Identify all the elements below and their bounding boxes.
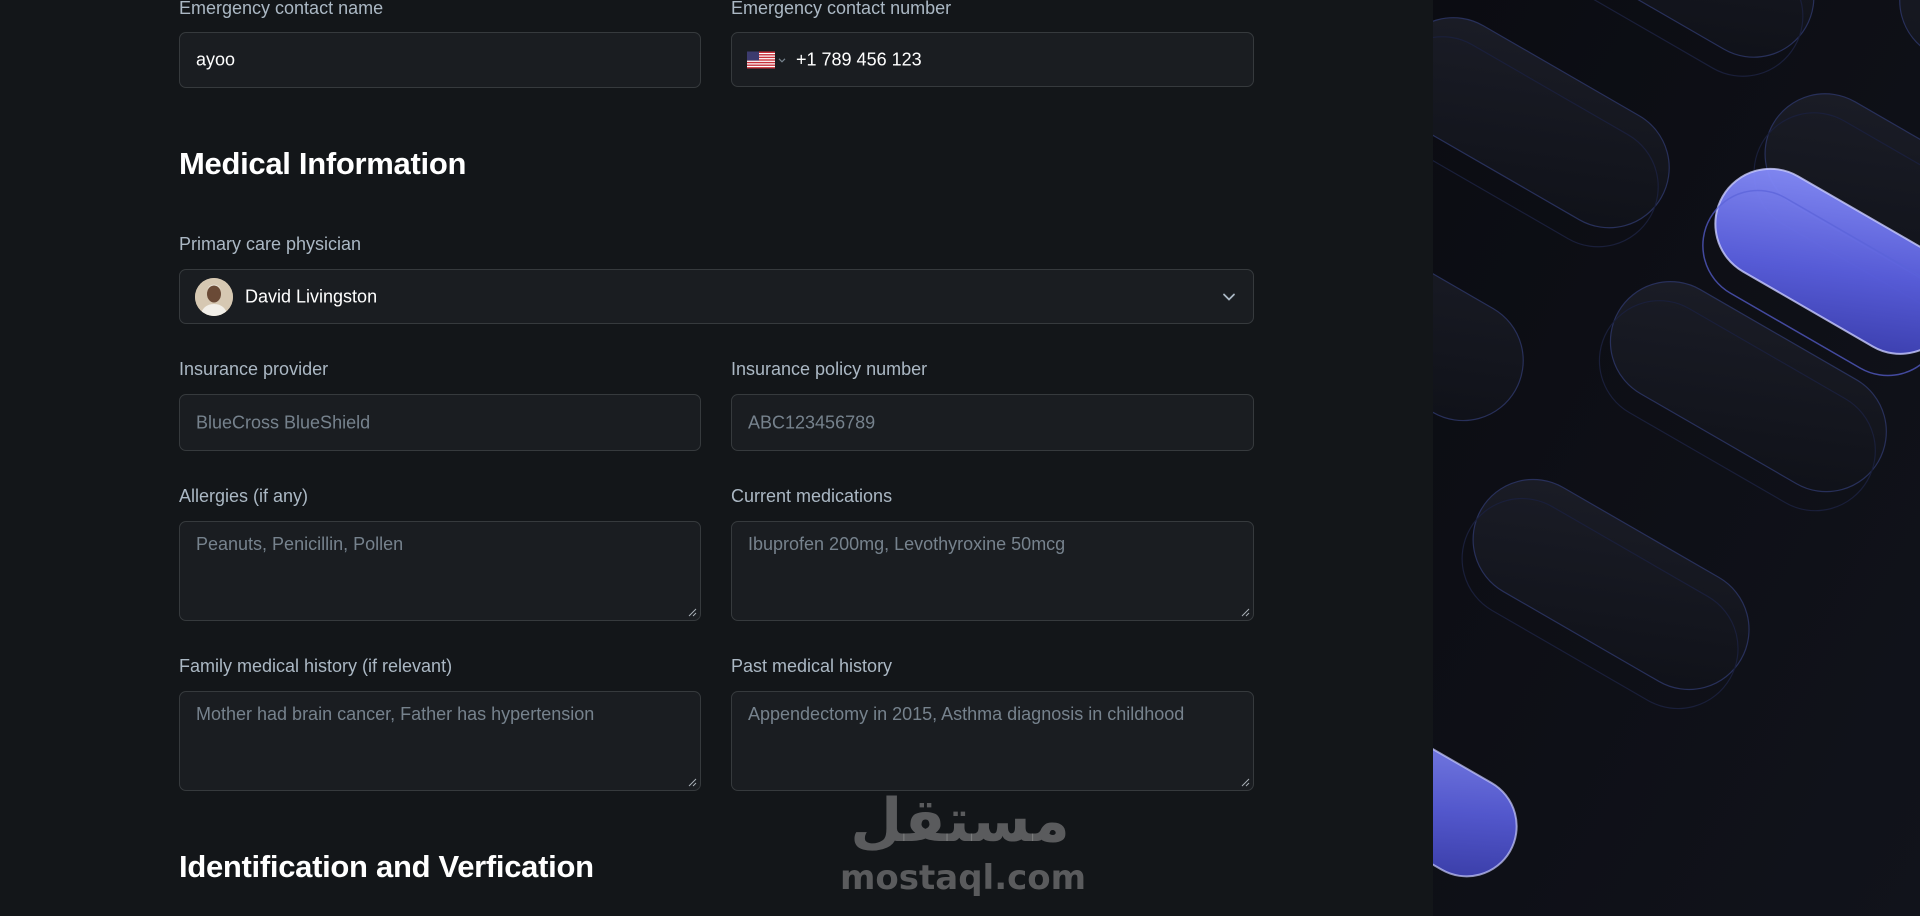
resize-handle-icon[interactable] [688, 778, 697, 787]
emergency-contact-number-value: +1 789 456 123 [796, 49, 922, 69]
chevron-down-icon[interactable] [1222, 292, 1236, 301]
allergies-textarea[interactable]: Peanuts, Penicillin, Pollen [179, 521, 701, 621]
emergency-contact-name-value: ayoo [196, 49, 236, 70]
current-medications-label: Current medications [731, 486, 893, 506]
emergency-contact-name-input[interactable]: ayoo [179, 32, 701, 88]
chevron-down-icon[interactable] [778, 57, 786, 63]
current-medications-textarea[interactable]: Ibuprofen 200mg, Levothyroxine 50mcg [731, 521, 1254, 621]
resize-handle-icon[interactable] [1241, 778, 1250, 787]
watermark-latin: mostaql.com [840, 858, 1087, 898]
primary-care-physician-select[interactable]: David Livingston [179, 269, 1254, 324]
medical-information-heading: Medical Information [179, 146, 467, 181]
insurance-policy-number-input[interactable]: ABC123456789 [731, 394, 1254, 451]
us-flag-icon[interactable] [747, 51, 775, 68]
family-medical-history-textarea[interactable]: Mother had brain cancer, Father has hype… [179, 691, 701, 791]
resize-handle-icon[interactable] [688, 608, 697, 617]
resize-handle-icon[interactable] [1241, 608, 1250, 617]
past-medical-history-placeholder: Appendectomy in 2015, Asthma diagnosis i… [748, 704, 1185, 724]
primary-care-physician-label: Primary care physician [179, 234, 362, 254]
avatar [195, 277, 233, 316]
current-medications-placeholder: Ibuprofen 200mg, Levothyroxine 50mcg [748, 534, 1066, 554]
insurance-policy-number-label: Insurance policy number [731, 359, 928, 379]
allergies-placeholder: Peanuts, Penicillin, Pollen [196, 534, 404, 554]
insurance-provider-label: Insurance provider [179, 359, 329, 379]
emergency-contact-number-input[interactable]: +1 789 456 123 [731, 32, 1254, 87]
insurance-policy-number-placeholder: ABC123456789 [748, 412, 876, 432]
mostaql-watermark: مستقل mostaql.com [840, 786, 1087, 901]
patient-form: Emergency contact name ayoo Emergency co… [0, 0, 1433, 916]
family-medical-history-label: Family medical history (if relevant) [179, 656, 453, 676]
past-medical-history-textarea[interactable]: Appendectomy in 2015, Asthma diagnosis i… [731, 691, 1254, 791]
watermark-arabic: مستقل [850, 786, 1070, 856]
primary-care-physician-value: David Livingston [245, 286, 378, 306]
emergency-contact-name-label: Emergency contact name [179, 0, 384, 18]
past-medical-history-label: Past medical history [731, 656, 893, 676]
decorative-artwork [1433, 0, 1920, 916]
insurance-provider-placeholder: BlueCross BlueShield [196, 412, 371, 432]
identification-verification-heading: Identification and Verfication [179, 849, 594, 884]
family-medical-history-placeholder: Mother had brain cancer, Father has hype… [196, 704, 595, 724]
emergency-contact-number-label: Emergency contact number [731, 0, 952, 18]
allergies-label: Allergies (if any) [179, 486, 309, 506]
insurance-provider-input[interactable]: BlueCross BlueShield [179, 394, 701, 451]
